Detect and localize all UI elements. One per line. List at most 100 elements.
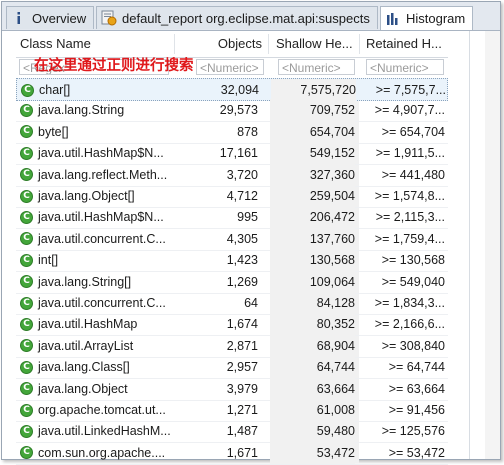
class-name-cell: Cjava.lang.String[] bbox=[20, 271, 172, 293]
table-row[interactable]: Cjava.lang.reflect.Meth... 3,720 327,360 >=… bbox=[16, 163, 448, 187]
table-row[interactable]: Cjava.lang.Object[] 4,712 259,504 >= 1,574,… bbox=[16, 185, 448, 208]
shallow-heap-cell: 61,008 bbox=[270, 399, 355, 421]
class-name-label: java.util.HashMap bbox=[38, 317, 138, 332]
objects-cell: 2,957 bbox=[226, 360, 258, 375]
class-name-label: java.lang.Class[] bbox=[38, 360, 130, 375]
class-icon: C bbox=[21, 83, 34, 97]
class-icon: C bbox=[20, 403, 33, 417]
class-name-label: java.lang.String bbox=[38, 103, 125, 118]
filter-row: <Regex> <Numeric> <Numeric> <Numeric> 在这… bbox=[16, 57, 448, 78]
table-row[interactable]: Cjava.util.concurrent.C... 4,305 137,760 >=… bbox=[16, 227, 448, 251]
class-icon: C bbox=[20, 232, 33, 246]
column-header-shallow-heap[interactable]: Shallow He... bbox=[276, 31, 358, 57]
class-icon: C bbox=[20, 125, 33, 139]
table-row[interactable]: Ccom.sun.org.apache.... 1,671 53,472 >= 53,… bbox=[16, 441, 448, 465]
class-icon: C bbox=[20, 296, 33, 310]
class-icon: C bbox=[20, 210, 33, 224]
retained-heap-cell: >= 64,744 bbox=[388, 360, 445, 375]
tab-label: Histogram bbox=[406, 11, 466, 26]
retained-heap-cell: >= 441,480 bbox=[381, 167, 445, 182]
shallow-heap-cell: 53,472 bbox=[270, 441, 355, 464]
class-name-cell: Cjava.lang.Object[] bbox=[20, 185, 172, 207]
tab-default-report[interactable]: default_report org.eclipse.mat.api:suspe… bbox=[96, 6, 378, 29]
class-name-cell: Cjava.lang.String bbox=[20, 99, 172, 121]
class-name-cell: Cjava.lang.reflect.Meth... bbox=[20, 164, 172, 186]
retained-heap-cell: >= 654,704 bbox=[381, 124, 445, 139]
class-name-cell: Cjava.util.concurrent.C... bbox=[20, 228, 172, 250]
tab-label: Overview bbox=[32, 10, 87, 26]
objects-cell: 17,161 bbox=[219, 146, 258, 161]
class-name-label: byte[] bbox=[38, 124, 69, 139]
table-row[interactable]: Cjava.util.HashMap$N... 995 206,472 >= 2,11… bbox=[16, 206, 448, 230]
table-row[interactable]: Cjava.util.HashMap 1,674 80,352 >= 2,166,6.… bbox=[16, 313, 448, 337]
class-name-label: char[] bbox=[39, 83, 71, 97]
class-name-label: java.lang.String[] bbox=[38, 274, 132, 289]
table-right-border bbox=[469, 31, 470, 459]
class-icon: C bbox=[20, 275, 33, 289]
shallow-filter-input[interactable]: <Numeric> bbox=[278, 59, 355, 75]
retained-filter-input[interactable]: <Numeric> bbox=[366, 59, 444, 75]
table-row[interactable]: Cint[] 1,423 130,568 >= 130,568 bbox=[16, 249, 448, 273]
class-name-label: java.lang.reflect.Meth... bbox=[38, 167, 168, 182]
retained-heap-cell: >= 549,040 bbox=[381, 274, 445, 289]
objects-filter-input[interactable]: <Numeric> bbox=[196, 59, 264, 75]
class-icon: C bbox=[20, 189, 33, 203]
table-row[interactable]: Cbyte[] 878 654,704 >= 654,704 bbox=[16, 120, 448, 144]
objects-cell: 2,871 bbox=[226, 338, 258, 353]
column-header-retained-heap[interactable]: Retained H... bbox=[366, 31, 448, 57]
shallow-heap-cell: 84,128 bbox=[270, 292, 355, 314]
retained-heap-cell: >= 63,664 bbox=[388, 381, 445, 396]
class-name-cell: Cjava.util.HashMap$N... bbox=[20, 142, 172, 164]
shallow-heap-cell: 654,704 bbox=[270, 120, 355, 143]
tab-histogram[interactable]: Histogram bbox=[380, 6, 473, 30]
retained-heap-cell: >= 2,115,3... bbox=[375, 210, 445, 225]
histogram-icon bbox=[385, 11, 401, 27]
table-row[interactable]: Cjava.lang.Object 3,979 63,664 >= 63,664 bbox=[16, 377, 448, 401]
objects-cell: 995 bbox=[237, 210, 258, 225]
class-name-cell: Cjava.util.LinkedHashM... bbox=[20, 420, 172, 442]
column-divider[interactable] bbox=[359, 34, 360, 54]
class-name-label: java.lang.Object bbox=[38, 381, 128, 396]
objects-cell: 29,573 bbox=[219, 103, 258, 118]
shallow-heap-cell: 68,904 bbox=[270, 334, 355, 357]
class-name-cell: Cint[] bbox=[20, 249, 172, 271]
objects-cell: 878 bbox=[237, 124, 258, 139]
retained-heap-cell: >= 4,907,7... bbox=[374, 103, 445, 118]
table-row[interactable]: Cchar[] 32,094 7,575,720 >= 7,575,7... bbox=[16, 78, 448, 101]
class-name-cell: Cjava.util.HashMap bbox=[20, 313, 172, 335]
info-icon bbox=[11, 10, 27, 26]
objects-cell: 4,712 bbox=[226, 189, 258, 203]
vertical-scrollbar[interactable] bbox=[485, 31, 500, 459]
table-row[interactable]: Corg.apache.tomcat.ut... 1,271 61,008 >= 91… bbox=[16, 399, 448, 422]
table-row[interactable]: Cjava.util.LinkedHashM... 1,487 59,480 >= 1… bbox=[16, 420, 448, 444]
retained-heap-cell: >= 1,574,8... bbox=[374, 189, 445, 203]
table-row[interactable]: Cjava.util.concurrent.C... 64 84,128 >= 1,8… bbox=[16, 292, 448, 315]
class-icon: C bbox=[20, 168, 33, 182]
table-row[interactable]: Cjava.lang.String 29,573 709,752 >= 4,907,7… bbox=[16, 99, 448, 123]
table-row[interactable]: Cjava.util.HashMap$N... 17,161 549,152 >= 1… bbox=[16, 142, 448, 166]
retained-heap-cell: >= 53,472 bbox=[388, 445, 445, 460]
objects-cell: 3,979 bbox=[226, 381, 258, 396]
tab-overview[interactable]: Overview bbox=[6, 6, 94, 29]
class-name-cell: Cbyte[] bbox=[20, 121, 172, 143]
shallow-heap-cell: 63,664 bbox=[270, 377, 355, 400]
shallow-heap-cell: 137,760 bbox=[270, 227, 355, 250]
shallow-heap-cell: 709,752 bbox=[270, 99, 355, 122]
class-name-label: com.sun.org.apache.... bbox=[38, 445, 166, 460]
objects-cell: 3,720 bbox=[226, 167, 258, 182]
table-row[interactable]: Cjava.util.ArrayList 2,871 68,904 >= 308,84… bbox=[16, 334, 448, 358]
objects-cell: 1,269 bbox=[226, 274, 258, 289]
column-divider[interactable] bbox=[268, 34, 269, 54]
table-row[interactable]: Cjava.lang.Class[] 2,957 64,744 >= 64,744 bbox=[16, 356, 448, 380]
tab-label: default_report org.eclipse.mat.api:suspe… bbox=[122, 10, 370, 26]
objects-cell: 1,671 bbox=[226, 445, 258, 460]
retained-heap-cell: >= 7,575,7... bbox=[375, 83, 446, 97]
column-divider[interactable] bbox=[174, 34, 175, 54]
class-icon: C bbox=[20, 146, 33, 160]
retained-heap-cell: >= 1,834,3... bbox=[374, 296, 445, 310]
class-icon: C bbox=[20, 103, 33, 117]
class-name-label: java.util.LinkedHashM... bbox=[38, 424, 171, 439]
table-row[interactable]: Cjava.lang.String[] 1,269 109,064 >= 549,04… bbox=[16, 270, 448, 294]
shallow-heap-cell: 7,575,720 bbox=[271, 79, 356, 101]
report-icon bbox=[101, 10, 117, 26]
